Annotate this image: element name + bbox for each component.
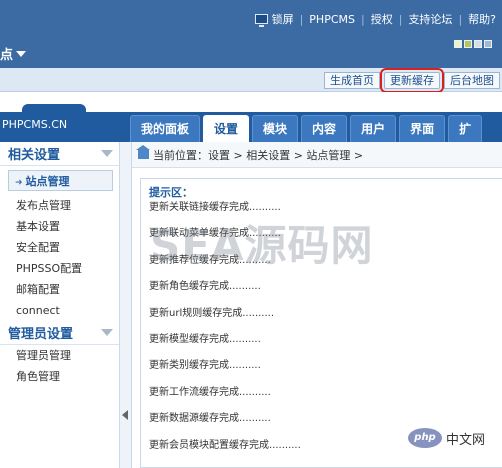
sidebar-item-basic-settings[interactable]: 基本设置 (0, 216, 119, 237)
admin-map-button[interactable]: 后台地图 (444, 72, 500, 89)
logo-text: PHPCMS.CN (2, 118, 68, 131)
nav-tabs: 我的面板 设置 模块 内容 用户 界面 扩 (130, 115, 483, 142)
generate-home-button[interactable]: 生成首页 (324, 72, 380, 89)
theme-swatch[interactable] (484, 40, 492, 48)
sidebar-item-role-management[interactable]: 角色管理 (0, 366, 119, 387)
chevron-down-icon (101, 150, 113, 157)
sidebar-item-label: 站点管理 (25, 175, 70, 188)
separator: | (361, 12, 365, 26)
sidebar-item-phpsso[interactable]: PHPSSO配置 (0, 258, 119, 279)
breadcrumb: 当前位置：设置 > 相关设置 > 站点管理 > (132, 142, 502, 168)
link-license[interactable]: 授权 (371, 11, 393, 27)
collapse-left-icon[interactable] (122, 410, 128, 420)
sidebar-item-email[interactable]: 邮箱配置 (0, 279, 119, 300)
sidebar: 相关设置 ➜ 站点管理 发布点管理 基本设置 安全配置 PHPSSO配置 邮箱配置… (0, 142, 120, 468)
link-help[interactable]: 帮助? (468, 11, 496, 27)
sidebar-item-publish-points[interactable]: 发布点管理 (0, 195, 119, 216)
theme-swatch[interactable] (454, 40, 462, 48)
chevron-down-icon (16, 50, 27, 57)
tab-my-panel[interactable]: 我的面板 (130, 115, 201, 142)
php-logo-icon: php (408, 428, 442, 448)
home-icon (136, 145, 150, 159)
link-forum[interactable]: 支持论坛 (408, 11, 452, 27)
theme-swatch[interactable] (464, 40, 472, 48)
message-line: 更新角色缓存完成.......... (149, 281, 261, 293)
sidebar-item-connect[interactable]: connect (0, 300, 119, 321)
site-switcher-label: 点 (0, 48, 14, 63)
link-lock-screen[interactable]: 锁屏 (272, 11, 294, 27)
link-phpcms[interactable]: PHPCMS (309, 13, 355, 26)
theme-swatches (454, 40, 492, 48)
message-line: 更新类别缓存完成.......... (149, 360, 261, 372)
message-line: 更新url规则缓存完成.......... (149, 307, 275, 319)
sidebar-toggle-strip[interactable] (120, 142, 132, 468)
sidebar-item-admin-management[interactable]: 管理员管理 (0, 345, 119, 366)
update-cache-button[interactable]: 更新缓存 (380, 68, 444, 93)
arrow-right-icon: ➜ (15, 178, 23, 188)
tab-users[interactable]: 用户 (350, 115, 397, 142)
chevron-down-icon (101, 329, 113, 336)
sidebar-group-related-settings[interactable]: 相关设置 (0, 142, 119, 166)
tab-interface[interactable]: 界面 (399, 115, 446, 142)
site-switcher[interactable]: 点 (0, 44, 27, 63)
message-line: 更新数据源缓存完成.......... (149, 413, 271, 425)
php-cn-badge: php 中文网 (408, 428, 485, 448)
theme-swatch[interactable] (474, 40, 482, 48)
separator: | (398, 12, 403, 26)
separator: | (458, 12, 463, 26)
tab-extensions[interactable]: 扩 (448, 115, 483, 142)
tab-modules[interactable]: 模块 (252, 115, 299, 142)
lock-screen-icon[interactable] (254, 14, 268, 27)
sidebar-item-security[interactable]: 安全配置 (0, 237, 119, 258)
quick-buttons: 生成首页 更新缓存 后台地图 (324, 68, 500, 93)
sidebar-item-site-management[interactable]: ➜ 站点管理 (8, 170, 113, 191)
message-line: 更新工作流缓存完成.......... (149, 386, 271, 398)
sidebar-group-admin-settings[interactable]: 管理员设置 (0, 321, 119, 345)
watermark: SEA源码网 (150, 221, 374, 270)
php-badge-text: 中文网 (446, 432, 486, 448)
breadcrumb-text: 当前位置：设置 > 相关设置 > 站点管理 > (153, 148, 364, 162)
message-title: 提示区： (149, 186, 193, 199)
top-links: 锁屏 | PHPCMS | 授权 | 支持论坛 | 帮助? (254, 11, 496, 27)
message-line: 更新模型缓存完成.......... (149, 333, 261, 345)
tab-content[interactable]: 内容 (301, 115, 348, 142)
sidebar-group-title: 相关设置 (8, 148, 61, 163)
tab-settings[interactable]: 设置 (203, 115, 250, 142)
separator: | (299, 12, 304, 26)
message-line: 更新会员模块配置缓存完成.......... (149, 439, 301, 451)
sidebar-group-title: 管理员设置 (8, 327, 74, 342)
